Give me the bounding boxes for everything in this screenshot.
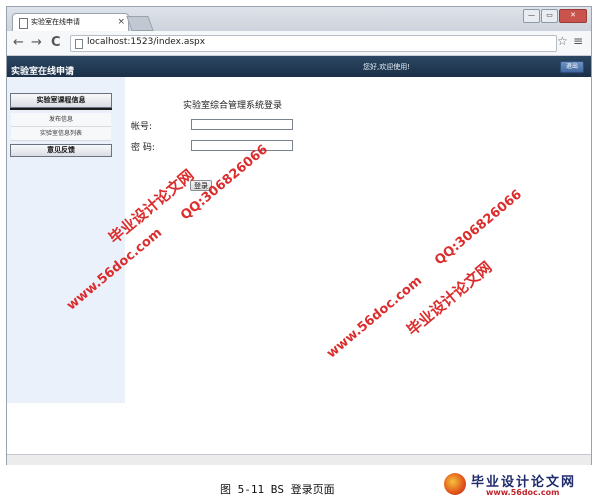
site-header: 实验室在线申请 您好,欢迎使用! 退出 — [7, 56, 591, 77]
sidebar-section-course-info[interactable]: 实验室课程信息 — [10, 93, 112, 108]
address-bar[interactable]: localhost:1523/index.aspx — [70, 35, 557, 52]
welcome-text: 您好,欢迎使用! — [363, 63, 411, 71]
bookmark-star-icon[interactable]: ☆ — [557, 34, 568, 48]
browser-tab[interactable]: 实验室在线申请 × — [12, 13, 129, 32]
forward-arrow-icon[interactable]: → — [31, 35, 42, 51]
sidebar-item-lab-list[interactable]: 实验室信息列表 — [11, 127, 111, 141]
address-url[interactable]: localhost:1523/index.aspx — [87, 37, 205, 47]
browser-window: 实验室在线申请 × — ▭ ✕ ← → C localhost:1523/ind… — [6, 6, 592, 465]
minimize-button[interactable]: — — [523, 9, 540, 23]
status-bar — [7, 454, 591, 465]
window-controls: — ▭ ✕ — [522, 9, 587, 23]
page-icon — [19, 18, 28, 29]
page-viewport: 实验室在线申请 您好,欢迎使用! 退出 实验室课程信息 发布信息 实验室信息列表… — [7, 56, 591, 465]
reload-icon[interactable]: C — [51, 35, 61, 51]
password-input[interactable] — [191, 140, 293, 151]
browser-toolbar: ← → C localhost:1523/index.aspx ☆ ≡ — [7, 31, 591, 56]
site-logo: 毕业设计论文网 www.56doc.com — [444, 471, 594, 501]
maximize-button[interactable]: ▭ — [541, 9, 558, 23]
sidebar-items: 发布信息 实验室信息列表 — [11, 113, 111, 141]
login-title: 实验室综合管理系统登录 — [183, 101, 283, 111]
sidebar-item-publish[interactable]: 发布信息 — [11, 113, 111, 127]
close-window-button[interactable]: ✕ — [559, 9, 587, 23]
menu-icon[interactable]: ≡ — [573, 34, 583, 48]
browser-titlebar: 实验室在线申请 × — ▭ ✕ — [7, 7, 591, 32]
sidebar-divider — [10, 108, 112, 110]
tab-title: 实验室在线申请 — [31, 18, 80, 26]
username-input[interactable] — [191, 119, 293, 130]
logo-url: www.56doc.com — [486, 488, 560, 497]
sidebar: 实验室课程信息 发布信息 实验室信息列表 意见反馈 — [7, 77, 125, 403]
logout-button[interactable]: 退出 — [560, 61, 584, 73]
page-icon — [75, 39, 83, 49]
back-arrow-icon[interactable]: ← — [13, 35, 24, 51]
sidebar-section-feedback[interactable]: 意见反馈 — [10, 144, 112, 157]
new-tab-button[interactable] — [126, 16, 154, 31]
figure-caption: 图 5-11 BS 登录页面 — [220, 483, 335, 496]
logo-badge-icon — [444, 473, 466, 495]
username-label: 帐号: — [131, 122, 153, 132]
tab-close-icon[interactable]: × — [117, 14, 125, 31]
password-label: 密 码: — [131, 143, 155, 153]
site-title: 实验室在线申请 — [11, 67, 75, 77]
